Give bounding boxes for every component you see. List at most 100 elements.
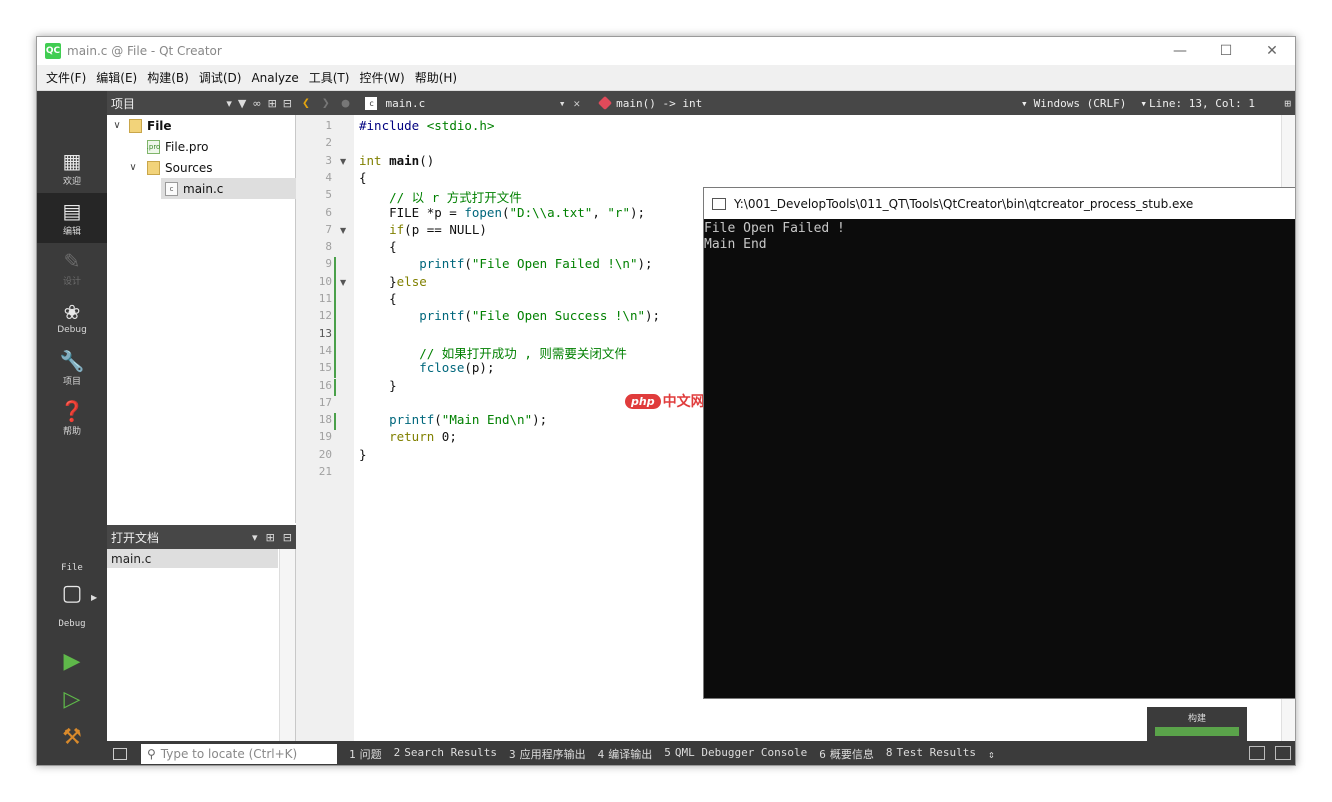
mode-welcome[interactable]: ▦ 欢迎 [37, 143, 107, 193]
output-tab[interactable]: 6 概要信息 [819, 746, 874, 762]
open-document-item[interactable]: main.c [107, 549, 278, 568]
menu-help[interactable]: 帮助(H) [410, 69, 462, 86]
line-number: 21 [318, 465, 332, 478]
tree-item-pro[interactable]: .pro File.pro [107, 136, 296, 157]
build-hammer-icon[interactable]: ⚒ [37, 725, 107, 750]
code-line: }else [359, 273, 427, 289]
open-documents-scrollbar[interactable] [279, 549, 295, 741]
console-title-bar[interactable]: Y:\001_DevelopTools\011_QT\Tools\QtCreat… [704, 188, 1295, 219]
output-tab-number: 3 [508, 748, 516, 761]
output-tab-number: 2 [393, 746, 401, 759]
line-ending-selector[interactable]: ▾ Windows (CRLF) ▾ [1021, 91, 1147, 115]
mode-debug[interactable]: ❀ Debug [37, 293, 107, 343]
mode-design[interactable]: ✎ 设计 [37, 243, 107, 293]
more-tabs-icon[interactable]: ⇕ [988, 748, 995, 761]
function-selector[interactable]: main() -> int [598, 95, 703, 111]
change-marker [334, 413, 336, 431]
output-tab[interactable]: 2 Search Results [394, 746, 497, 762]
run-icon[interactable]: ▶ [37, 649, 107, 674]
output-tab[interactable]: 1 问题 [349, 746, 382, 762]
line-number: 17 [318, 395, 332, 409]
grid-icon: ▦ [62, 148, 82, 173]
tree-item-project[interactable]: ∨ File [107, 115, 296, 136]
line-number: 5 [325, 188, 332, 202]
line-number: 1 [325, 119, 332, 132]
fold-marker-icon[interactable]: ▼ [340, 226, 346, 235]
code-line: printf("File Open Success !\n"); [419, 308, 661, 324]
pro-file-icon: .pro [147, 139, 160, 154]
close-button[interactable]: ✕ [1249, 37, 1295, 65]
chevron-down-icon[interactable]: ∨ [127, 162, 139, 173]
fold-marker-icon[interactable]: ▼ [340, 157, 346, 166]
code-line: FILE *p = fopen("D:\\a.txt", "r"); [359, 204, 646, 220]
console-title: Y:\001_DevelopTools\011_QT\Tools\QtCreat… [734, 196, 1194, 211]
code-line: if(p == NULL) [389, 221, 487, 237]
menu-controls[interactable]: 控件(W) [354, 69, 409, 86]
close-pane-icon[interactable]: ⊟ [283, 97, 292, 110]
tree-item-main-c[interactable]: c main.c [161, 178, 296, 199]
chevron-down-icon[interactable]: ▾ [252, 531, 258, 544]
fold-marker-icon[interactable]: ▼ [340, 278, 346, 287]
maximize-button[interactable]: ☐ [1203, 37, 1249, 65]
menu-build[interactable]: 构建(B) [142, 69, 194, 86]
output-tab[interactable]: 5 QML Debugger Console [664, 746, 807, 762]
menu-bar: 文件(F) 编辑(E) 构建(B) 调试(D) Analyze 工具(T) 控件… [37, 65, 1295, 91]
code-line: return 0; [389, 429, 457, 445]
cursor-position[interactable]: Line: 13, Col: 1 [1149, 91, 1255, 115]
change-marker [334, 361, 336, 379]
split-icon[interactable]: ⊞ [266, 531, 275, 544]
split-editor-icon[interactable]: ⊞ [1284, 91, 1291, 115]
output-tab-label: 问题 [359, 748, 382, 761]
minimize-button[interactable]: — [1157, 37, 1203, 65]
line-number: 11 [318, 292, 332, 305]
locator-input[interactable]: ⚲ Type to locate (Ctrl+K) [141, 744, 337, 764]
line-number: 8 [325, 240, 332, 254]
output-tab[interactable]: 4 编译输出 [598, 746, 653, 762]
output-pane-icon[interactable] [1249, 746, 1265, 760]
debug-run-icon[interactable]: ▷ [37, 687, 107, 712]
code-line: { [359, 291, 397, 306]
folder-icon [129, 118, 142, 133]
menu-analyze[interactable]: Analyze [246, 71, 303, 85]
watermark: php 中文网 [625, 391, 705, 411]
mode-edit[interactable]: ▤ 编辑 [37, 193, 107, 243]
menu-debug[interactable]: 调试(D) [194, 69, 247, 86]
output-tab[interactable]: 3 应用程序输出 [509, 746, 586, 762]
output-tab-number: 5 [664, 746, 671, 759]
status-bar-right [1249, 746, 1291, 760]
console-window[interactable]: Y:\001_DevelopTools\011_QT\Tools\QtCreat… [703, 187, 1295, 699]
project-pane-title: 项目 [111, 96, 136, 111]
chevron-down-icon[interactable]: ▾ [226, 97, 232, 110]
close-file-icon[interactable]: ✕ [573, 97, 580, 110]
mode-help[interactable]: ❓ 帮助 [37, 393, 107, 443]
folder-icon [147, 160, 160, 175]
split-icon[interactable]: ⊞ [268, 97, 277, 110]
status-bar: ⚲ Type to locate (Ctrl+K) 1 问题 2 Search Res… [107, 741, 1295, 765]
menu-file[interactable]: 文件(F) [41, 69, 91, 86]
mode-projects[interactable]: 🔧 项目 [37, 343, 107, 393]
line-number: 12 [318, 309, 332, 323]
line-number-gutter: 1 2 3 ▼ 4 5 6 7 ▼ 8 9 10 ▼ 11 12 13 14 15 16 17 18 19 20 21 [296, 115, 354, 741]
back-arrow-icon[interactable]: ❮ [296, 96, 316, 111]
right-sidebar-icon[interactable] [1275, 746, 1291, 760]
line-number: 16 [318, 378, 332, 392]
file-selector[interactable]: c main.c ▾ [365, 96, 566, 110]
menu-tools[interactable]: 工具(T) [304, 69, 355, 86]
editor-toolbar: ❮ ❯ ● c main.c ▾ ✕ main() -> int ▾ Windo… [296, 91, 1295, 115]
menu-edit[interactable]: 编辑(E) [91, 69, 142, 86]
link-icon[interactable]: ∞ [252, 97, 261, 110]
tree-item-sources[interactable]: ∨ Sources [107, 157, 296, 178]
toggle-sidebar-icon[interactable] [113, 748, 127, 760]
close-pane-icon[interactable]: ⊟ [283, 531, 292, 544]
filter-icon[interactable]: ▼ [238, 97, 246, 110]
kit-project-label: File [61, 563, 83, 573]
code-line: fclose(p); [419, 360, 495, 376]
chevron-down-icon[interactable]: ∨ [111, 120, 123, 131]
build-progress[interactable]: 构建 [1147, 707, 1247, 741]
output-tab[interactable]: 8 Test Results [886, 746, 976, 762]
current-function: main() -> int [616, 96, 703, 110]
chevron-down-icon[interactable]: ▾ [559, 97, 566, 110]
console-output: File Open Failed ! Main End [704, 219, 1295, 255]
forward-arrow-icon[interactable]: ❯ [316, 96, 336, 111]
edit-doc-icon: ▤ [62, 198, 82, 223]
